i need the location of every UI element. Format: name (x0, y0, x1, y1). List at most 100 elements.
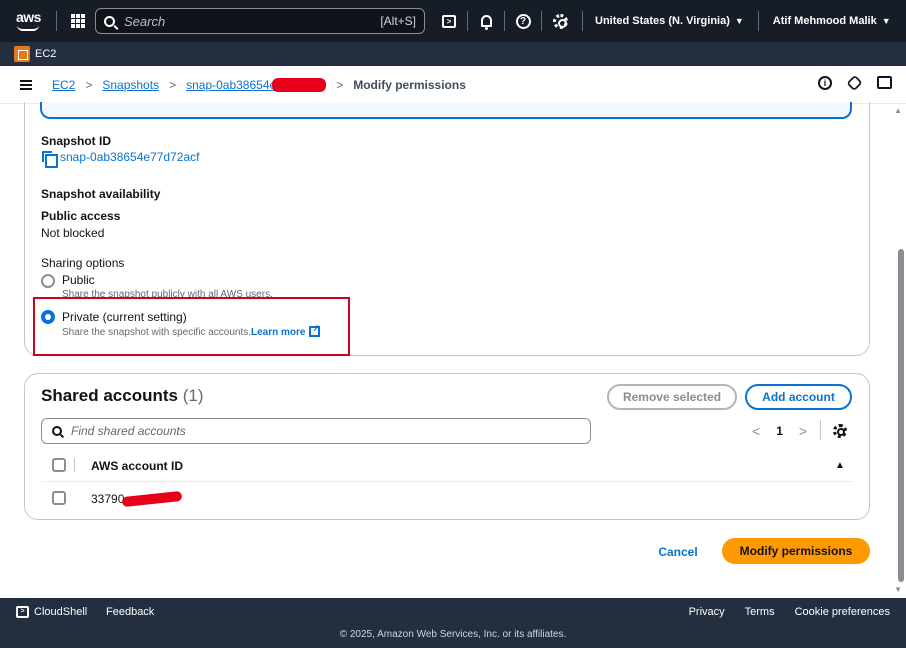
cookie-preferences-link[interactable]: Cookie preferences (795, 606, 890, 618)
bell-icon (480, 15, 492, 30)
header-divider (74, 458, 75, 472)
top-navigation: aws [Alt+S] > ? United States (N. Virgin… (0, 0, 906, 42)
scroll-up-arrow[interactable]: ▲ (894, 106, 902, 115)
radio-private-description: Share the snapshot with specific account… (62, 323, 321, 338)
caret-down-icon: ▼ (881, 16, 891, 26)
region-selector[interactable]: United States (N. Virginia) ▼ (595, 15, 744, 27)
row-checkbox[interactable] (52, 491, 66, 505)
learn-more-text: Learn more (251, 327, 306, 338)
help-button[interactable]: ? (507, 8, 539, 34)
shared-accounts-title: Shared accounts (1) (41, 386, 204, 406)
copyright: © 2025, Amazon Web Services, Inc. or its… (339, 629, 567, 640)
public-access-value: Not blocked (41, 226, 105, 240)
breadcrumb-ec2[interactable]: EC2 (52, 78, 75, 92)
caret-down-icon: ▼ (734, 16, 744, 26)
cloudshell-footer-button[interactable]: > CloudShell (16, 606, 87, 618)
service-label[interactable]: EC2 (35, 48, 56, 60)
search-icon (104, 15, 115, 27)
feedback-icon[interactable] (877, 76, 892, 89)
cloudshell-label: CloudShell (34, 606, 88, 618)
help-icon: ? (515, 13, 531, 29)
find-shared-accounts[interactable] (41, 418, 591, 444)
radio-private[interactable] (41, 310, 55, 324)
search-shortcut: [Alt+S] (380, 14, 416, 28)
breadcrumb-snapshot-id[interactable]: snap-0ab38654e (186, 78, 276, 92)
external-link-icon (309, 323, 321, 337)
footer: > CloudShell Feedback Privacy Terms Cook… (0, 598, 906, 648)
radio-public[interactable] (41, 274, 55, 288)
pager-divider (820, 420, 821, 440)
account-id-cell: 33790 (91, 492, 125, 506)
search-icon (52, 426, 62, 436)
sort-ascending-icon[interactable]: ▲ (835, 460, 845, 471)
global-search[interactable]: [Alt+S] (95, 8, 425, 34)
find-shared-accounts-input[interactable] (71, 424, 590, 438)
snapshot-id-value: snap-0ab38654e77d72acf (60, 150, 200, 164)
private-description-text: Share the snapshot with specific account… (62, 327, 251, 338)
select-all-checkbox[interactable] (52, 458, 66, 472)
sharing-options-label: Sharing options (41, 256, 125, 270)
table-row: 33790 (91, 490, 183, 508)
copy-icon[interactable] (42, 150, 58, 168)
chevron-right-icon: > (85, 77, 93, 92)
snapshot-availability-heading: Snapshot availability (41, 187, 161, 201)
scrollbar-thumb[interactable] (898, 249, 904, 582)
modify-permissions-button[interactable]: Modify permissions (722, 538, 870, 564)
chevron-right-icon: > (336, 77, 344, 92)
cloudshell-button[interactable]: > (433, 8, 465, 34)
radio-private-label[interactable]: Private (current setting) (62, 310, 187, 324)
page-number[interactable]: 1 (776, 424, 783, 438)
shared-accounts-count: (1) (182, 386, 204, 405)
user-name: Atif Mehmood Malik (772, 15, 877, 27)
nav-divider (56, 11, 57, 31)
aws-logo[interactable]: aws (12, 7, 46, 35)
shared-accounts-heading: Shared accounts (41, 386, 178, 405)
ec2-service-icon[interactable] (14, 46, 30, 62)
previous-page-icon[interactable]: < (752, 423, 760, 439)
cancel-button[interactable]: Cancel (650, 539, 706, 565)
notifications-hex-icon[interactable] (846, 74, 863, 92)
redaction-mark (272, 77, 327, 92)
remove-selected-button[interactable]: Remove selected (607, 384, 737, 410)
settings-button[interactable] (544, 8, 576, 34)
notifications-button[interactable] (470, 8, 502, 34)
service-bar: EC2 (0, 42, 906, 66)
table-settings-icon[interactable] (833, 424, 847, 438)
utility-icons: i (818, 74, 892, 92)
nav-divider (504, 11, 505, 31)
pagination: < 1 > (752, 423, 807, 439)
gear-icon (552, 13, 568, 29)
nav-divider (757, 11, 759, 31)
chevron-right-icon: > (169, 77, 177, 92)
column-header-account-id[interactable]: AWS account ID (91, 459, 183, 473)
search-input[interactable] (124, 13, 381, 29)
info-icon[interactable]: i (818, 76, 832, 90)
cloudshell-icon: > (16, 606, 29, 618)
redaction-mark (122, 490, 183, 508)
footer-links: Privacy Terms Cookie preferences (689, 606, 890, 618)
next-page-icon[interactable]: > (799, 423, 807, 439)
nav-divider (541, 11, 542, 31)
aws-logo-text: aws (16, 9, 41, 25)
terms-link[interactable]: Terms (745, 606, 775, 618)
public-access-label: Public access (41, 209, 121, 223)
table-divider (41, 481, 853, 482)
snapshot-id-label: Snapshot ID (41, 134, 112, 148)
snapshot-id-copy[interactable]: snap-0ab38654e77d72acf (42, 150, 200, 168)
cloudshell-icon: > (442, 14, 456, 28)
breadcrumb-snapshots[interactable]: Snapshots (102, 78, 159, 92)
breadcrumb-current: Modify permissions (353, 77, 466, 92)
menu-icon[interactable] (20, 79, 32, 90)
radio-public-label[interactable]: Public (62, 273, 95, 287)
services-menu-icon[interactable] (71, 14, 85, 28)
feedback-link[interactable]: Feedback (106, 606, 154, 618)
nav-divider (582, 11, 583, 31)
aws-smile-icon (17, 25, 39, 31)
account-menu[interactable]: Atif Mehmood Malik ▼ (773, 15, 891, 27)
info-alert (40, 102, 852, 119)
nav-divider (467, 11, 468, 31)
add-account-button[interactable]: Add account (745, 384, 852, 410)
learn-more-link[interactable]: Learn more (251, 323, 321, 338)
scroll-down-arrow[interactable]: ▼ (894, 585, 902, 594)
privacy-link[interactable]: Privacy (689, 606, 725, 618)
